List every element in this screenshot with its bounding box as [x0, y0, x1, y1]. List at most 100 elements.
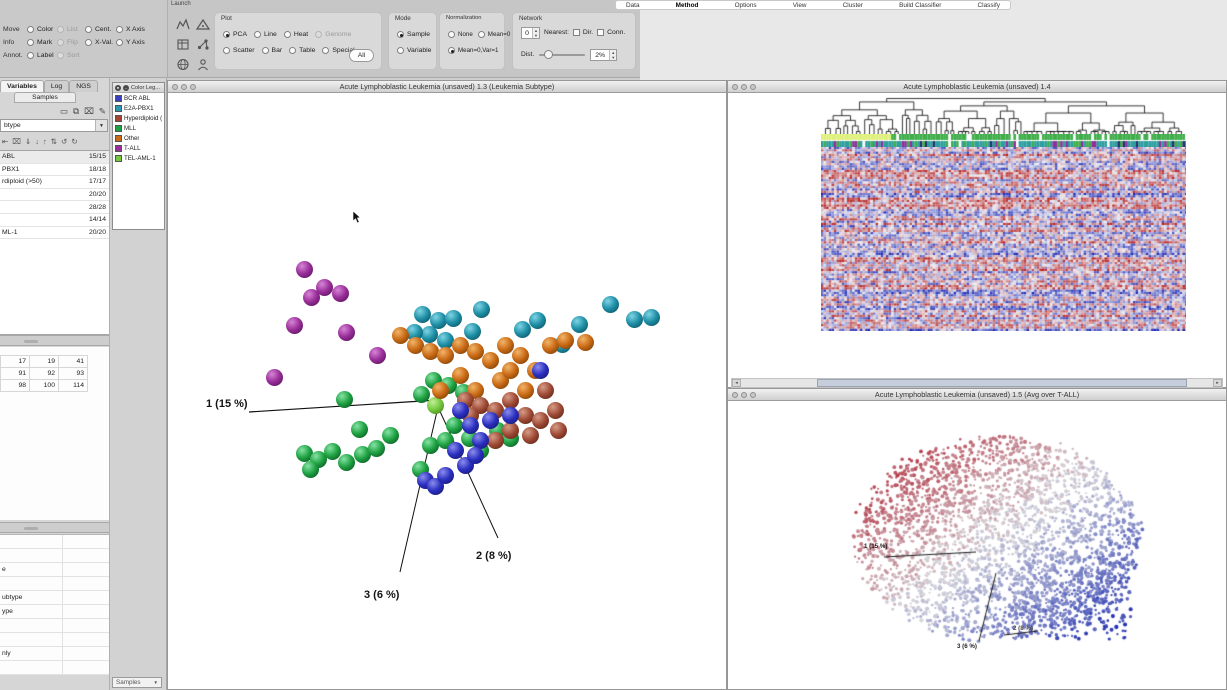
subtype-row[interactable]: rdiploid (>50)17/17 — [0, 176, 109, 189]
radio-label[interactable]: Label — [27, 52, 57, 59]
menu-item-view[interactable]: View — [793, 2, 807, 9]
radio-mean0[interactable]: Mean=0 — [478, 31, 511, 38]
annotation-row[interactable] — [0, 619, 109, 633]
legend-item[interactable]: BCR ABL — [113, 93, 164, 103]
legend-item[interactable]: Hyperdiploid ( — [113, 113, 164, 123]
up-icon[interactable]: ↑ — [43, 137, 47, 146]
peaks-chart-icon[interactable] — [174, 16, 191, 33]
tab-samples[interactable]: Samples — [14, 92, 76, 103]
heatmap-window-titlebar[interactable]: Acute Lymphoblastic Leukemia (unsaved) 1… — [728, 81, 1226, 93]
person-icon[interactable] — [194, 56, 211, 73]
down-icon[interactable]: ↓ — [35, 137, 39, 146]
legend-close-icon[interactable]: ● — [115, 85, 121, 91]
triangle-alert-icon[interactable] — [194, 16, 211, 33]
undo-icon[interactable]: ↺ — [61, 137, 67, 146]
subtype-row[interactable]: 28/28 — [0, 201, 109, 214]
slider-thumb-icon[interactable] — [544, 50, 553, 59]
annotation-row[interactable] — [0, 577, 109, 591]
pca-window-titlebar[interactable]: Acute Lymphoblastic Leukemia (unsaved) 1… — [168, 81, 726, 93]
menu-item-build-classifier[interactable]: Build Classifier — [899, 2, 941, 9]
move-left-icon[interactable]: ⇤ — [2, 137, 8, 146]
zoom-icon[interactable] — [750, 84, 756, 90]
menu-item-options[interactable]: Options — [735, 2, 757, 9]
tab-ngs[interactable]: NGS — [69, 80, 98, 92]
grid-table-icon[interactable] — [174, 36, 191, 53]
close-icon[interactable] — [732, 84, 738, 90]
heatmap-scrollbar[interactable]: ◂ ▸ — [731, 378, 1223, 388]
plot-all-button[interactable]: All — [349, 49, 374, 62]
globe-icon[interactable] — [174, 56, 191, 73]
redo-icon[interactable]: ↻ — [71, 137, 77, 146]
annotation-row[interactable]: ubtype — [0, 591, 109, 605]
duplicate-icon[interactable]: ⧉ — [73, 106, 79, 117]
conn-checkbox[interactable]: Conn. — [597, 29, 625, 36]
annotation-row[interactable]: nly — [0, 647, 109, 661]
tab-log[interactable]: Log — [44, 80, 69, 92]
legend-item[interactable]: TEL-AML-1 — [113, 153, 164, 163]
annotation-row[interactable] — [0, 535, 109, 549]
dir-checkbox[interactable]: Dir. — [573, 29, 593, 36]
spinner-arrows-icon[interactable]: ▲▼ — [609, 50, 616, 60]
radio-line[interactable]: Line — [254, 31, 277, 38]
radio-sample[interactable]: Sample — [397, 31, 430, 38]
radio-color[interactable]: Color — [27, 26, 57, 33]
close-icon[interactable] — [172, 84, 178, 90]
sort-icon[interactable]: ⇅ — [51, 137, 57, 146]
scrollbar-thumb[interactable] — [817, 379, 1187, 387]
radio-table[interactable]: Table — [289, 47, 315, 54]
remove-icon[interactable]: ⌧ — [12, 137, 21, 146]
minimize-icon[interactable] — [181, 84, 187, 90]
annotation-row[interactable] — [0, 661, 109, 675]
close-icon[interactable] — [732, 392, 738, 398]
splitter-handle[interactable] — [0, 335, 109, 346]
edit-icon[interactable]: ✎ — [99, 106, 106, 117]
dist-slider[interactable] — [539, 51, 585, 59]
annotation-row[interactable] — [0, 633, 109, 647]
legend-item[interactable]: T-ALL — [113, 143, 164, 153]
samples-dropdown[interactable]: Samples ▼ — [112, 677, 162, 688]
radio-scatter[interactable]: Scatter — [223, 47, 255, 54]
radio-cent[interactable]: Cent. — [85, 26, 116, 33]
annotation-dropdown[interactable]: btype ▼ — [0, 119, 108, 132]
zoom-icon[interactable] — [190, 84, 196, 90]
zoom-icon[interactable] — [750, 392, 756, 398]
annotation-row[interactable]: e — [0, 563, 109, 577]
scroll-right-icon[interactable]: ▸ — [1213, 379, 1222, 387]
scroll-left-icon[interactable]: ◂ — [732, 379, 741, 387]
menu-item-cluster[interactable]: Cluster — [843, 2, 863, 9]
annotation-row[interactable] — [0, 549, 109, 563]
legend-item[interactable]: E2A-PBX1 — [113, 103, 164, 113]
move-bottom-icon[interactable]: ⇓ — [25, 137, 31, 146]
dist-value-field[interactable]: 2% ▲▼ — [590, 49, 617, 61]
pca-3d-plot[interactable]: 1 (15 %) 2 (8 %) 3 (6 %) — [168, 93, 726, 689]
nearest-spinner[interactable]: 0 ▲▼ — [521, 27, 540, 39]
delete-icon[interactable]: ⌧ — [84, 106, 94, 117]
subtype-row[interactable]: 14/14 — [0, 214, 109, 227]
radio-mark[interactable]: Mark — [27, 39, 57, 46]
radio-bar[interactable]: Bar — [262, 47, 283, 54]
radio-none[interactable]: None — [448, 31, 473, 38]
avg-3d-plot[interactable] — [846, 419, 1156, 674]
molecule-network-icon[interactable] — [194, 36, 211, 53]
menu-item-classify[interactable]: Classify — [978, 2, 1000, 9]
annotation-row[interactable]: ype — [0, 605, 109, 619]
subtype-row[interactable]: ABL15/15 — [0, 151, 109, 164]
chevron-down-icon[interactable]: ▼ — [95, 120, 107, 131]
radio-xval[interactable]: X-Val. — [85, 39, 116, 46]
splitter-handle[interactable] — [0, 522, 109, 533]
tab-variables[interactable]: Variables — [0, 80, 44, 92]
legend-minimize-icon[interactable]: – — [123, 85, 129, 91]
subtype-row[interactable]: 20/20 — [0, 189, 109, 202]
radio-yaxis[interactable]: Y Axis — [116, 39, 152, 46]
radio-xaxis[interactable]: X Axis — [116, 26, 152, 33]
minimize-icon[interactable] — [741, 392, 747, 398]
spinner-arrows-icon[interactable]: ▲▼ — [532, 28, 539, 38]
radio-variable[interactable]: Variable — [397, 47, 431, 54]
new-set-icon[interactable]: ▭ — [60, 106, 68, 117]
subtype-row[interactable]: ML-120/20 — [0, 227, 109, 240]
minimize-icon[interactable] — [741, 84, 747, 90]
menu-item-method[interactable]: Method — [676, 2, 699, 9]
radio-mean0var1[interactable]: Mean=0,Var=1 — [448, 47, 498, 54]
legend-item[interactable]: Other — [113, 133, 164, 143]
radio-heat[interactable]: Heat — [284, 31, 308, 38]
